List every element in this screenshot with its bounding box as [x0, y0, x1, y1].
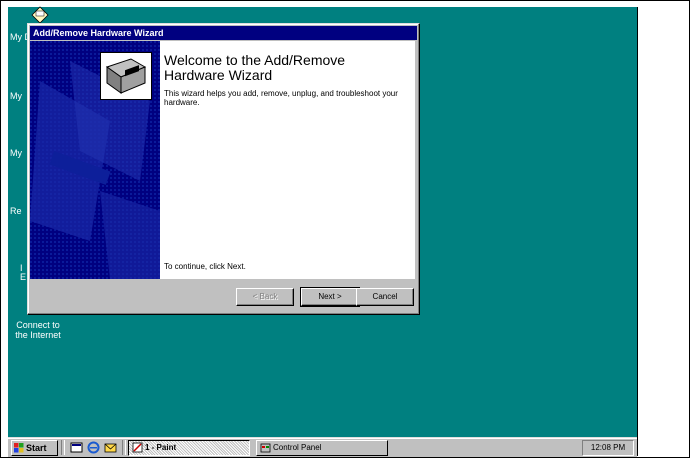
outlook-express-icon[interactable] — [104, 441, 117, 454]
desktop-label-connect-2[interactable]: the Internet — [8, 330, 68, 340]
right-blank-area — [637, 7, 689, 456]
task-paint-label: 1 - Paint — [145, 443, 177, 452]
desktop-label-my-computer[interactable]: My — [10, 91, 22, 101]
desktop-label-my-network[interactable]: My — [10, 148, 22, 158]
my-documents-icon[interactable] — [26, 5, 54, 25]
task-control-panel-label: Control Panel — [273, 443, 322, 452]
task-control-panel[interactable]: Control Panel — [256, 440, 388, 456]
taskbar: Start 1 - Paint Control Panel 12:08 PM — [8, 437, 637, 457]
add-remove-hardware-wizard-window: Add/Remove Hardware Wizard Welcome to th… — [27, 23, 420, 315]
desktop-label-connect-1[interactable]: Connect to — [8, 320, 68, 330]
windows-logo-icon — [14, 443, 24, 453]
wizard-continue-text: To continue, click Next. — [164, 262, 246, 271]
hardware-card-icon — [100, 52, 152, 100]
taskbar-separator — [61, 440, 65, 455]
system-tray-clock[interactable]: 12:08 PM — [582, 440, 634, 456]
show-desktop-icon[interactable] — [70, 441, 83, 454]
start-button[interactable]: Start — [11, 440, 58, 456]
wizard-content-panel: Welcome to the Add/Remove Hardware Wizar… — [160, 41, 415, 279]
window-title: Add/Remove Hardware Wizard — [33, 28, 164, 38]
paint-icon — [132, 442, 143, 453]
desktop-label-internet-explorer-2[interactable]: E — [20, 272, 26, 282]
control-panel-icon — [260, 443, 271, 453]
wizard-side-graphic — [30, 41, 160, 279]
start-label: Start — [26, 443, 47, 453]
back-button[interactable]: < Back — [236, 288, 294, 306]
next-button[interactable]: Next > — [300, 287, 360, 307]
wizard-heading: Welcome to the Add/Remove Hardware Wizar… — [164, 52, 346, 83]
wizard-description: This wizard helps you add, remove, unplu… — [164, 89, 398, 107]
internet-explorer-icon[interactable] — [87, 441, 100, 454]
window-titlebar[interactable]: Add/Remove Hardware Wizard — [30, 26, 417, 40]
taskbar-separator-2 — [122, 440, 126, 455]
cancel-button[interactable]: Cancel — [356, 288, 414, 306]
desktop-label-recycle-bin[interactable]: Re — [10, 206, 22, 216]
task-paint[interactable]: 1 - Paint — [128, 440, 250, 456]
